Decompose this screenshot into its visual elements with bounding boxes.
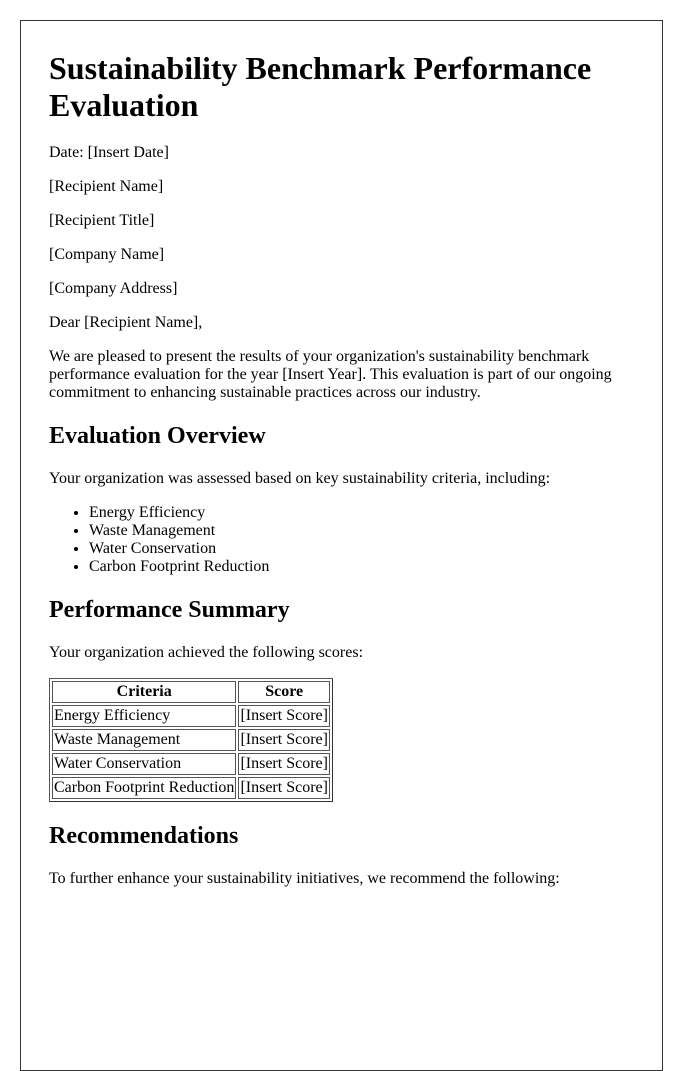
letter-container: Sustainability Benchmark Performance Eva… [20, 20, 663, 1071]
list-item: Water Conservation [89, 540, 634, 558]
company-name: [Company Name] [49, 246, 165, 263]
list-item: Waste Management [89, 522, 634, 540]
salutation: Dear [Recipient Name], [49, 314, 203, 331]
column-header-score: Score [238, 681, 330, 703]
table-row: Water Conservation [Insert Score] [52, 753, 330, 775]
table-header-row: Criteria Score [52, 681, 330, 703]
summary-text: Your organization achieved the following… [49, 644, 364, 661]
criteria-cell: Carbon Footprint Reduction [52, 777, 237, 799]
overview-heading: Evaluation Overview [49, 423, 266, 449]
list-item: Energy Efficiency [89, 504, 634, 522]
summary-heading: Performance Summary [49, 597, 290, 623]
document-title: Sustainability Benchmark Performance Eva… [49, 50, 592, 123]
criteria-cell: Waste Management [52, 729, 237, 751]
score-cell: [Insert Score] [238, 729, 330, 751]
score-cell: [Insert Score] [238, 777, 330, 799]
column-header-criteria: Criteria [52, 681, 237, 703]
recipient-name: [Recipient Name] [49, 178, 164, 195]
overview-text: Your organization was assessed based on … [49, 470, 551, 487]
recipient-title: [Recipient Title] [49, 212, 155, 229]
scores-table: Criteria Score Energy Efficiency [Insert… [49, 678, 333, 802]
intro-paragraph: We are pleased to present the results of… [49, 348, 612, 401]
company-address: [Company Address] [49, 280, 178, 297]
recommendations-heading: Recommendations [49, 823, 239, 849]
table-row: Energy Efficiency [Insert Score] [52, 705, 330, 727]
criteria-cell: Energy Efficiency [52, 705, 237, 727]
criteria-list: Energy Efficiency Waste Management Water… [49, 504, 634, 576]
criteria-cell: Water Conservation [52, 753, 237, 775]
score-cell: [Insert Score] [238, 753, 330, 775]
list-item: Carbon Footprint Reduction [89, 558, 634, 576]
date-line: Date: [Insert Date] [49, 144, 169, 161]
table-row: Waste Management [Insert Score] [52, 729, 330, 751]
score-cell: [Insert Score] [238, 705, 330, 727]
recommendations-text: To further enhance your sustainability i… [49, 870, 560, 887]
table-row: Carbon Footprint Reduction [Insert Score… [52, 777, 330, 799]
